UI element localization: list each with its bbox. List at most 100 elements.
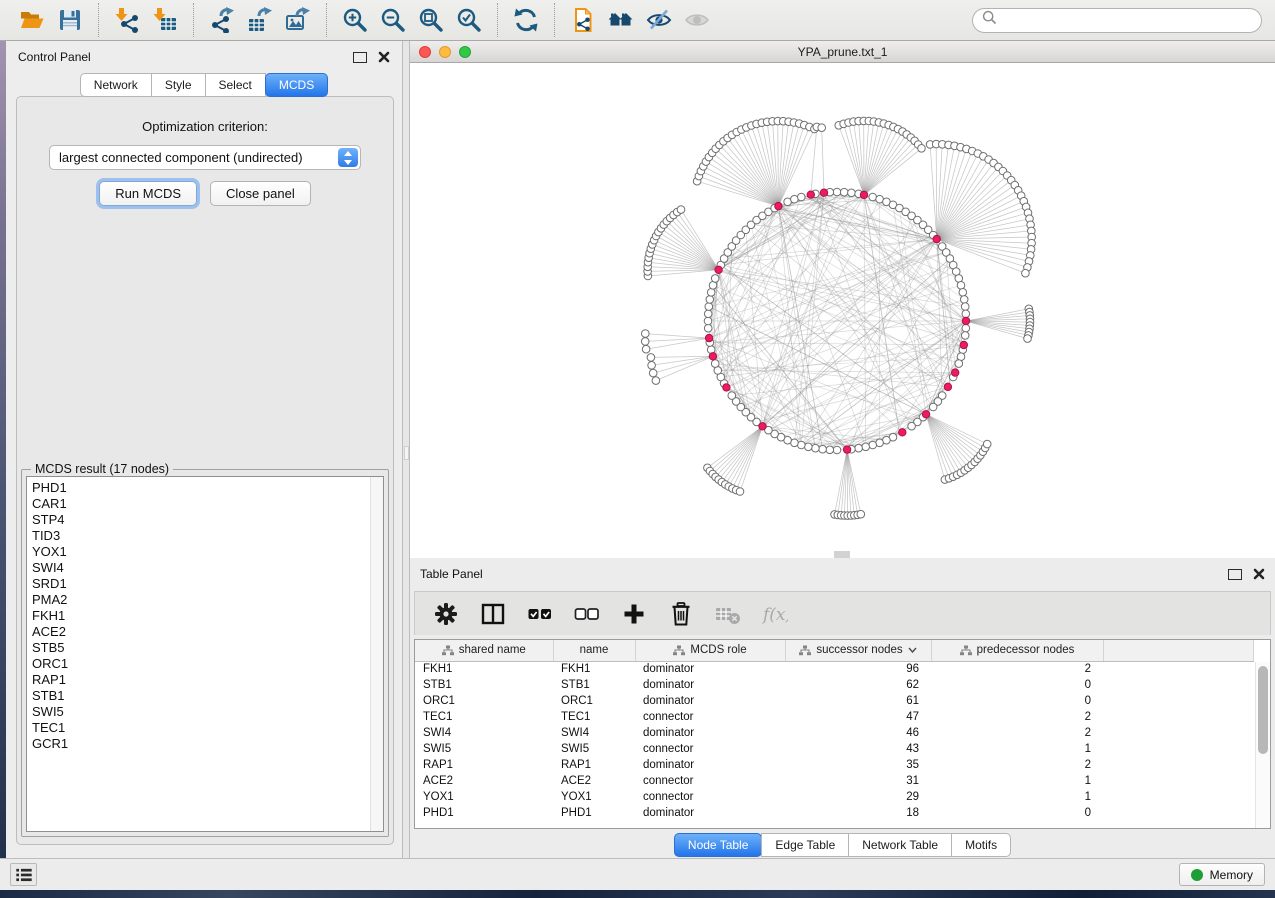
table-row[interactable]: SWI4SWI4dominator462 (415, 725, 1254, 741)
search-input[interactable] (1003, 12, 1252, 28)
table-panel: Table Panel f(x) shared namenameMCDS rol… (410, 558, 1275, 858)
tab-network-table[interactable]: Network Table (848, 833, 952, 857)
open-folder-icon[interactable] (16, 4, 48, 36)
table-scrollbar-thumb[interactable] (1258, 666, 1268, 754)
cell-predecessor_nodes: 0 (931, 805, 1103, 821)
cell-mcds_role: dominator (635, 725, 785, 741)
window-maximize-icon[interactable] (459, 46, 471, 58)
splitter-handle[interactable] (404, 446, 409, 460)
split-panel-icon[interactable] (478, 599, 508, 629)
close-panel-icon[interactable] (378, 51, 390, 63)
export-table-icon[interactable] (244, 4, 276, 36)
close-table-panel-icon[interactable] (1253, 568, 1265, 580)
tab-network[interactable]: Network (80, 73, 152, 97)
cell-predecessor_nodes: 1 (931, 773, 1103, 789)
cell-predecessor_nodes: 2 (931, 709, 1103, 725)
cell-successor_nodes: 46 (785, 725, 931, 741)
result-node: SWI4 (32, 560, 383, 576)
table-row[interactable]: SWI5SWI5connector431 (415, 741, 1254, 757)
float-panel-icon[interactable] (353, 52, 367, 63)
column-header-predecessor-nodes[interactable]: predecessor nodes (931, 640, 1103, 661)
tab-motifs[interactable]: Motifs (951, 833, 1011, 857)
tab-mcds[interactable]: MCDS (265, 73, 328, 97)
zoom-in-icon[interactable] (339, 4, 371, 36)
table-row[interactable]: TEC1TEC1connector472 (415, 709, 1254, 725)
criterion-dropdown[interactable]: largest connected component (undirected) (49, 145, 361, 170)
cell-shared_name: SWI5 (415, 741, 553, 757)
save-session-icon[interactable] (54, 4, 86, 36)
window-minimize-icon[interactable] (439, 46, 451, 58)
result-node: FKH1 (32, 608, 383, 624)
clone-network-icon[interactable] (567, 4, 599, 36)
cell-filler (1103, 725, 1254, 741)
cell-shared_name: ACE2 (415, 773, 553, 789)
search-icon (982, 10, 997, 30)
cell-filler (1103, 661, 1254, 677)
cell-successor_nodes: 62 (785, 677, 931, 693)
main-toolbar (0, 0, 1275, 41)
network-overview-icon[interactable] (605, 4, 637, 36)
tab-edge-table[interactable]: Edge Table (761, 833, 849, 857)
delete-column-icon[interactable] (666, 599, 696, 629)
hide-selected-icon[interactable] (643, 4, 675, 36)
node-table: shared namenameMCDS rolesuccessor nodesp… (414, 639, 1271, 829)
column-header-shared-name[interactable]: shared name (415, 640, 553, 661)
import-table-icon[interactable] (149, 4, 181, 36)
cell-mcds_role: dominator (635, 677, 785, 693)
table-row[interactable]: STB1STB1dominator620 (415, 677, 1254, 693)
result-node: ACE2 (32, 624, 383, 640)
table-scrollbar[interactable] (1255, 662, 1270, 828)
delete-table-icon (713, 599, 743, 629)
table-row[interactable]: ACE2ACE2connector311 (415, 773, 1254, 789)
export-network-icon[interactable] (206, 4, 238, 36)
network-graph[interactable] (410, 63, 1274, 558)
import-network-icon[interactable] (111, 4, 143, 36)
cell-name: TEC1 (553, 709, 635, 725)
select-all-icon[interactable] (525, 599, 555, 629)
table-row[interactable]: PHD1PHD1dominator180 (415, 805, 1254, 821)
close-panel-button[interactable]: Close panel (210, 181, 311, 206)
task-history-button[interactable] (10, 863, 37, 886)
layout-refresh-icon[interactable] (510, 4, 542, 36)
table-row[interactable]: RAP1RAP1dominator352 (415, 757, 1254, 773)
memory-button[interactable]: Memory (1179, 863, 1265, 886)
optimization-criterion-label: Optimization criterion: (17, 119, 393, 134)
network-window: YPA_prune.txt_1 (410, 41, 1275, 558)
table-toolbar: f(x) (414, 591, 1271, 635)
cell-filler (1103, 677, 1254, 693)
status-bar: Memory (0, 858, 1275, 890)
cell-filler (1103, 757, 1254, 773)
zoom-out-icon[interactable] (377, 4, 409, 36)
column-header-name[interactable]: name (553, 640, 635, 661)
memory-status-icon (1191, 869, 1203, 881)
result-scrollbar[interactable] (370, 477, 383, 831)
network-canvas[interactable] (410, 63, 1275, 558)
window-close-icon[interactable] (419, 46, 431, 58)
cell-successor_nodes: 61 (785, 693, 931, 709)
zoom-selected-icon[interactable] (453, 4, 485, 36)
vertical-splitter[interactable] (403, 41, 410, 858)
search-box[interactable] (972, 8, 1262, 33)
tab-style[interactable]: Style (151, 73, 206, 97)
add-column-icon[interactable] (619, 599, 649, 629)
tab-node-table[interactable]: Node Table (674, 833, 763, 857)
column-header-MCDS-role[interactable]: MCDS role (635, 640, 785, 661)
table-row[interactable]: FKH1FKH1dominator962 (415, 661, 1254, 677)
cell-filler (1103, 741, 1254, 757)
table-row[interactable]: ORC1ORC1dominator610 (415, 693, 1254, 709)
toolbar-group (554, 3, 725, 37)
toolbar-group (193, 3, 326, 37)
run-mcds-button[interactable]: Run MCDS (99, 181, 197, 206)
column-header-successor-nodes[interactable]: successor nodes (785, 640, 931, 661)
cell-mcds_role: dominator (635, 757, 785, 773)
table-gear-icon[interactable] (431, 599, 461, 629)
result-node: PHD1 (32, 480, 383, 496)
deselect-all-icon[interactable] (572, 599, 602, 629)
horizontal-splitter-handle[interactable] (834, 551, 850, 558)
tab-select[interactable]: Select (205, 73, 266, 97)
float-table-panel-icon[interactable] (1228, 569, 1242, 580)
zoom-fit-icon[interactable] (415, 4, 447, 36)
table-row[interactable]: YOX1YOX1connector291 (415, 789, 1254, 805)
cell-mcds_role: dominator (635, 693, 785, 709)
export-image-icon[interactable] (282, 4, 314, 36)
